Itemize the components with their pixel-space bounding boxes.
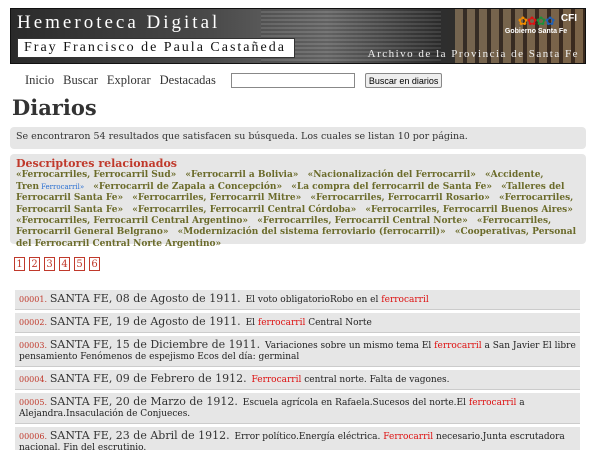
page-link-2[interactable]: 2 [29, 257, 40, 271]
cfi-logo[interactable]: CFI [561, 13, 577, 24]
descriptor-link[interactable]: «Ferrocarril a Bolivia» [185, 170, 298, 180]
page-link-6[interactable]: 6 [89, 257, 100, 271]
result-location-date: SANTA FE, 20 de Marzo de 1912. [49, 395, 238, 408]
descriptor-link[interactable]: «Ferrocarriles, Ferrocarril Central Arge… [16, 216, 248, 226]
result-row[interactable]: 00003. SANTA FE, 15 de Diciembre de 1911… [15, 336, 580, 367]
result-row[interactable]: 00002. SANTA FE, 19 de Agosto de 1911. E… [15, 313, 580, 333]
site-title: Hemeroteca Digital [17, 12, 221, 33]
result-location-date: SANTA FE, 23 de Abril de 1912. [49, 429, 230, 442]
result-text-pre: Escuela agrícola en Rafaela.Sucesos del … [242, 398, 466, 408]
descriptor-link[interactable]: «Ferrocarriles, Ferrocarril Mitre» [132, 193, 301, 203]
search-diarios-button[interactable]: Buscar en diarios [364, 73, 443, 88]
main-nav: Inicio Buscar Explorar Destacadas Buscar… [25, 73, 443, 88]
descriptor-accidente-extra: Ferrocarril» [41, 182, 85, 191]
descriptor-link[interactable]: «Modernización del sistema ferroviario (… [178, 227, 446, 237]
nav-explorar[interactable]: Explorar [107, 73, 151, 88]
descriptor-link[interactable]: «Ferrocarriles, Ferrocarril Rosario» [310, 193, 489, 203]
result-text-pre: Error político.Energía eléctrica. [234, 432, 381, 442]
descriptors-list: «Ferrocarriles, Ferrocarril Sud» «Ferroc… [16, 170, 580, 250]
result-highlight: Ferrocarril [251, 375, 302, 385]
result-highlight: ferrocarril [434, 341, 482, 351]
result-highlight: Ferrocarril [383, 432, 434, 442]
descriptors-title: Descriptores relacionados [16, 157, 177, 170]
result-text-post: central norte. Falta de vagones. [304, 375, 450, 385]
result-location-date: SANTA FE, 08 de Agosto de 1911. [49, 292, 241, 305]
result-number[interactable]: 00001. [19, 295, 47, 304]
results-list: 00001. SANTA FE, 08 de Agosto de 1911. E… [15, 290, 580, 450]
pagination: 1 2 3 4 5 6 [14, 257, 104, 271]
result-number[interactable]: 00006. [19, 432, 47, 441]
related-descriptors: Descriptores relacionados «Ferrocarriles… [10, 154, 586, 249]
result-number[interactable]: 00004. [19, 375, 47, 384]
result-text-pre: El [245, 318, 256, 328]
descriptor-link[interactable]: «Ferrocarriles, Ferrocarril Sud» [16, 170, 176, 180]
descriptor-link[interactable]: «Ferrocarriles, Ferrocarril Central Nort… [257, 216, 468, 226]
result-row[interactable]: 00005. SANTA FE, 20 de Marzo de 1912. Es… [15, 393, 580, 424]
result-text-pre: El voto obligatorioRobo en el [245, 295, 379, 305]
result-location-date: SANTA FE, 09 de Febrero de 1912. [49, 372, 247, 385]
descriptor-link[interactable]: «Ferrocarriles, Ferrocarril Central Córd… [132, 205, 356, 215]
nav-inicio[interactable]: Inicio [25, 73, 54, 88]
result-text-pre: Variaciones sobre un mismo tema El [265, 341, 432, 351]
result-number[interactable]: 00005. [19, 398, 47, 407]
page-link-4[interactable]: 4 [59, 257, 70, 271]
result-highlight: ferrocarril [381, 295, 429, 305]
result-number[interactable]: 00002. [19, 318, 47, 327]
page-title: Diarios [12, 95, 97, 120]
descriptor-link[interactable]: «Ferrocarriles, Ferrocarril Buenos Aires… [365, 205, 573, 215]
result-location-date: SANTA FE, 19 de Agosto de 1911. [49, 315, 241, 328]
archive-name: Archivo de la Provincia de Santa Fe [367, 48, 579, 60]
site-subtitle: Fray Francisco de Paula Castañeda [17, 38, 295, 58]
result-row[interactable]: 00004. SANTA FE, 09 de Febrero de 1912. … [15, 370, 580, 390]
nav-destacadas[interactable]: Destacadas [160, 73, 216, 88]
page-link-5[interactable]: 5 [74, 257, 85, 271]
result-location-date: SANTA FE, 15 de Diciembre de 1911. [49, 338, 261, 351]
descriptor-link[interactable]: «Ferrocarril de Zapala a Concepción» [93, 182, 282, 192]
header-banner: Hemeroteca Digital Fray Francisco de Pau… [10, 8, 586, 64]
result-row[interactable]: 00001. SANTA FE, 08 de Agosto de 1911. E… [15, 290, 580, 310]
page-link-3[interactable]: 3 [44, 257, 55, 271]
descriptor-link[interactable]: «La compra del ferrocarril de Santa Fe» [291, 182, 492, 192]
nav-buscar[interactable]: Buscar [63, 73, 98, 88]
result-highlight: ferrocarril [468, 398, 517, 408]
result-number[interactable]: 00003. [19, 341, 47, 350]
search-input[interactable] [230, 73, 355, 88]
result-row[interactable]: 00006. SANTA FE, 23 de Abril de 1912. Er… [15, 427, 580, 450]
page-link-1[interactable]: 1 [14, 257, 25, 271]
gov-logo-label: Gobierno Santa Fe [504, 28, 568, 35]
results-summary: Se encontraron 54 resultados que satisfa… [10, 127, 586, 149]
result-text-post: Central Norte [308, 318, 372, 328]
result-highlight: ferrocarril [257, 318, 306, 328]
descriptor-link[interactable]: «Nacionalización del Ferrocarril» [308, 170, 476, 180]
